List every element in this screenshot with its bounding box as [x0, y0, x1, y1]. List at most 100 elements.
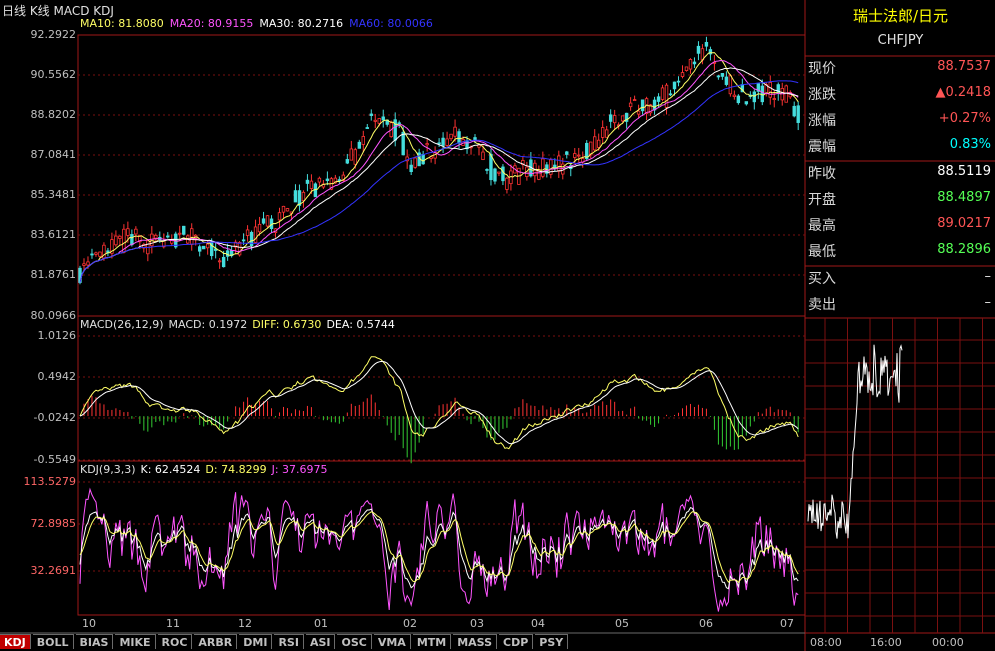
x-month-label: 05 — [615, 617, 629, 630]
x-month-label: 04 — [531, 617, 545, 630]
kdj-tick: 72.8985 — [30, 517, 77, 530]
tab-roc[interactable]: ROC — [157, 634, 193, 649]
tab-kdj[interactable]: KDJ — [0, 634, 31, 649]
indicator-tabs: KDJ BOLL BIAS MIKE ROC ARBR DMI RSI ASI OSC VMA MTM… — [0, 634, 806, 651]
kdj-legend-item: D: 74.8299 — [205, 463, 267, 476]
quote-label: 震幅 — [808, 139, 836, 155]
quote-label: 卖出 — [808, 297, 836, 313]
quote-label: 买入 — [808, 271, 836, 287]
intraday-time-label: 16:00 — [870, 636, 902, 649]
quote-label: 涨跌 — [808, 87, 836, 103]
price-tick: 92.2922 — [30, 28, 77, 41]
price-chart — [78, 36, 800, 285]
quote-value: 0.83% — [949, 137, 991, 152]
quote-row: 涨跌 ▲0.2418 — [808, 84, 993, 106]
macd-tick: 1.0126 — [37, 329, 77, 342]
ma-legend: MA10: 81.8080 MA20: 80.9155 MA30: 80.2716 M… — [80, 17, 439, 30]
intraday-time-label: 00:00 — [932, 636, 964, 649]
x-month-label: 03 — [470, 617, 484, 630]
quote-label: 最高 — [808, 218, 836, 234]
quote-row: 震幅 0.83% — [808, 136, 993, 158]
price-tick: 87.0841 — [30, 148, 77, 161]
ma-legend-item: MA10: 81.8080 — [80, 17, 164, 30]
macd-tick: -0.0242 — [33, 411, 76, 424]
quote-value: 88.5119 — [937, 164, 991, 179]
x-month-label: 02 — [403, 617, 417, 630]
x-month-label: 01 — [314, 617, 328, 630]
intraday-time-label: 08:00 — [810, 636, 842, 649]
tab-dmi[interactable]: DMI — [239, 634, 273, 649]
tab-asi[interactable]: ASI — [305, 634, 336, 649]
tab-boll[interactable]: BOLL — [32, 634, 74, 649]
ma-legend-item: MA30: 80.2716 — [259, 17, 344, 30]
quote-label: 最低 — [808, 244, 836, 260]
tab-arbr[interactable]: ARBR — [194, 634, 238, 649]
quote-row: 昨收 88.5119 — [808, 163, 993, 185]
quote-value: – — [984, 295, 992, 310]
d-line — [79, 511, 799, 584]
kdj-legend-item: KDJ(9,3,3) — [80, 463, 136, 476]
x-month-label: 11 — [166, 617, 180, 630]
macd-legend-item: DIFF: 0.6730 — [252, 318, 322, 331]
instrument-name: 瑞士法郎/日元 — [852, 7, 949, 25]
x-month-label: 12 — [238, 617, 252, 630]
ma-legend-item: MA60: 80.0066 — [349, 17, 433, 30]
macd-legend-item: MACD(26,12,9) — [80, 318, 164, 331]
tab-cdp[interactable]: CDP — [499, 634, 534, 649]
tab-vma[interactable]: VMA — [373, 634, 411, 649]
price-tick: 81.8761 — [30, 268, 77, 281]
k-line — [79, 506, 799, 590]
quote-value: 89.0217 — [937, 216, 991, 231]
tab-mass[interactable]: MASS — [453, 634, 498, 649]
x-month-label: 10 — [82, 617, 96, 630]
quote-row: 开盘 88.4897 — [808, 189, 993, 211]
intraday-chart — [805, 318, 995, 633]
x-month-label: 07 — [780, 617, 794, 630]
instrument-symbol: CHFJPY — [877, 33, 924, 48]
quote-row: 涨幅 +0.27% — [808, 110, 993, 132]
tab-mtm[interactable]: MTM — [412, 634, 452, 649]
tab-osc[interactable]: OSC — [337, 634, 372, 649]
quote-value: +0.27% — [938, 111, 991, 126]
ma30-line — [79, 67, 799, 283]
price-tick: 85.3481 — [30, 188, 77, 201]
diff-line — [79, 356, 799, 450]
x-month-label: 06 — [699, 617, 713, 630]
quote-row: 最低 88.2896 — [808, 241, 993, 263]
macd-legend: MACD(26,12,9) MACD: 0.1972 DIFF: 0.6730 DEA… — [80, 318, 400, 331]
quote-label: 现价 — [808, 61, 836, 77]
macd-chart — [79, 356, 799, 464]
quote-value: 88.4897 — [937, 190, 991, 205]
macd-tick: -0.5549 — [33, 453, 76, 466]
kdj-tick: 113.5279 — [23, 475, 77, 488]
kdj-legend-item: K: 62.4524 — [140, 463, 201, 476]
tab-psy[interactable]: PSY — [535, 634, 569, 649]
quote-row: 现价 88.7537 — [808, 58, 993, 80]
quote-row: 最高 89.0217 — [808, 215, 993, 237]
quote-label: 开盘 — [808, 192, 836, 208]
price-tick: 88.8202 — [30, 108, 77, 121]
price-tick: 83.6121 — [30, 228, 77, 241]
ma60-line — [79, 80, 799, 283]
tab-bias[interactable]: BIAS — [75, 634, 114, 649]
kdj-legend-item: J: 37.6975 — [271, 463, 328, 476]
quote-label: 涨幅 — [808, 113, 836, 129]
kdj-legend: KDJ(9,3,3) K: 62.4524 D: 74.8299 J: 37.6975 — [80, 463, 333, 476]
quote-value: 88.2896 — [937, 242, 991, 257]
tab-rsi[interactable]: RSI — [274, 634, 304, 649]
kdj-tick: 32.2691 — [30, 564, 77, 577]
quote-value: 88.7537 — [937, 59, 991, 74]
price-tick: 80.0966 — [30, 309, 77, 322]
ma-legend-item: MA20: 80.9155 — [169, 17, 254, 30]
kdj-chart — [79, 487, 799, 612]
quote-row: 买入 – — [808, 268, 993, 290]
quote-label: 昨收 — [808, 166, 836, 182]
tab-mike[interactable]: MIKE — [115, 634, 156, 649]
price-tick: 90.5562 — [30, 68, 77, 81]
intraday-price-line — [807, 344, 903, 539]
macd-tick: 0.4942 — [37, 370, 77, 383]
dea-line — [79, 360, 799, 445]
macd-legend-item: MACD: 0.1972 — [168, 318, 248, 331]
quote-value: ▲0.2418 — [935, 85, 992, 100]
macd-legend-item: DEA: 0.5744 — [326, 318, 395, 331]
